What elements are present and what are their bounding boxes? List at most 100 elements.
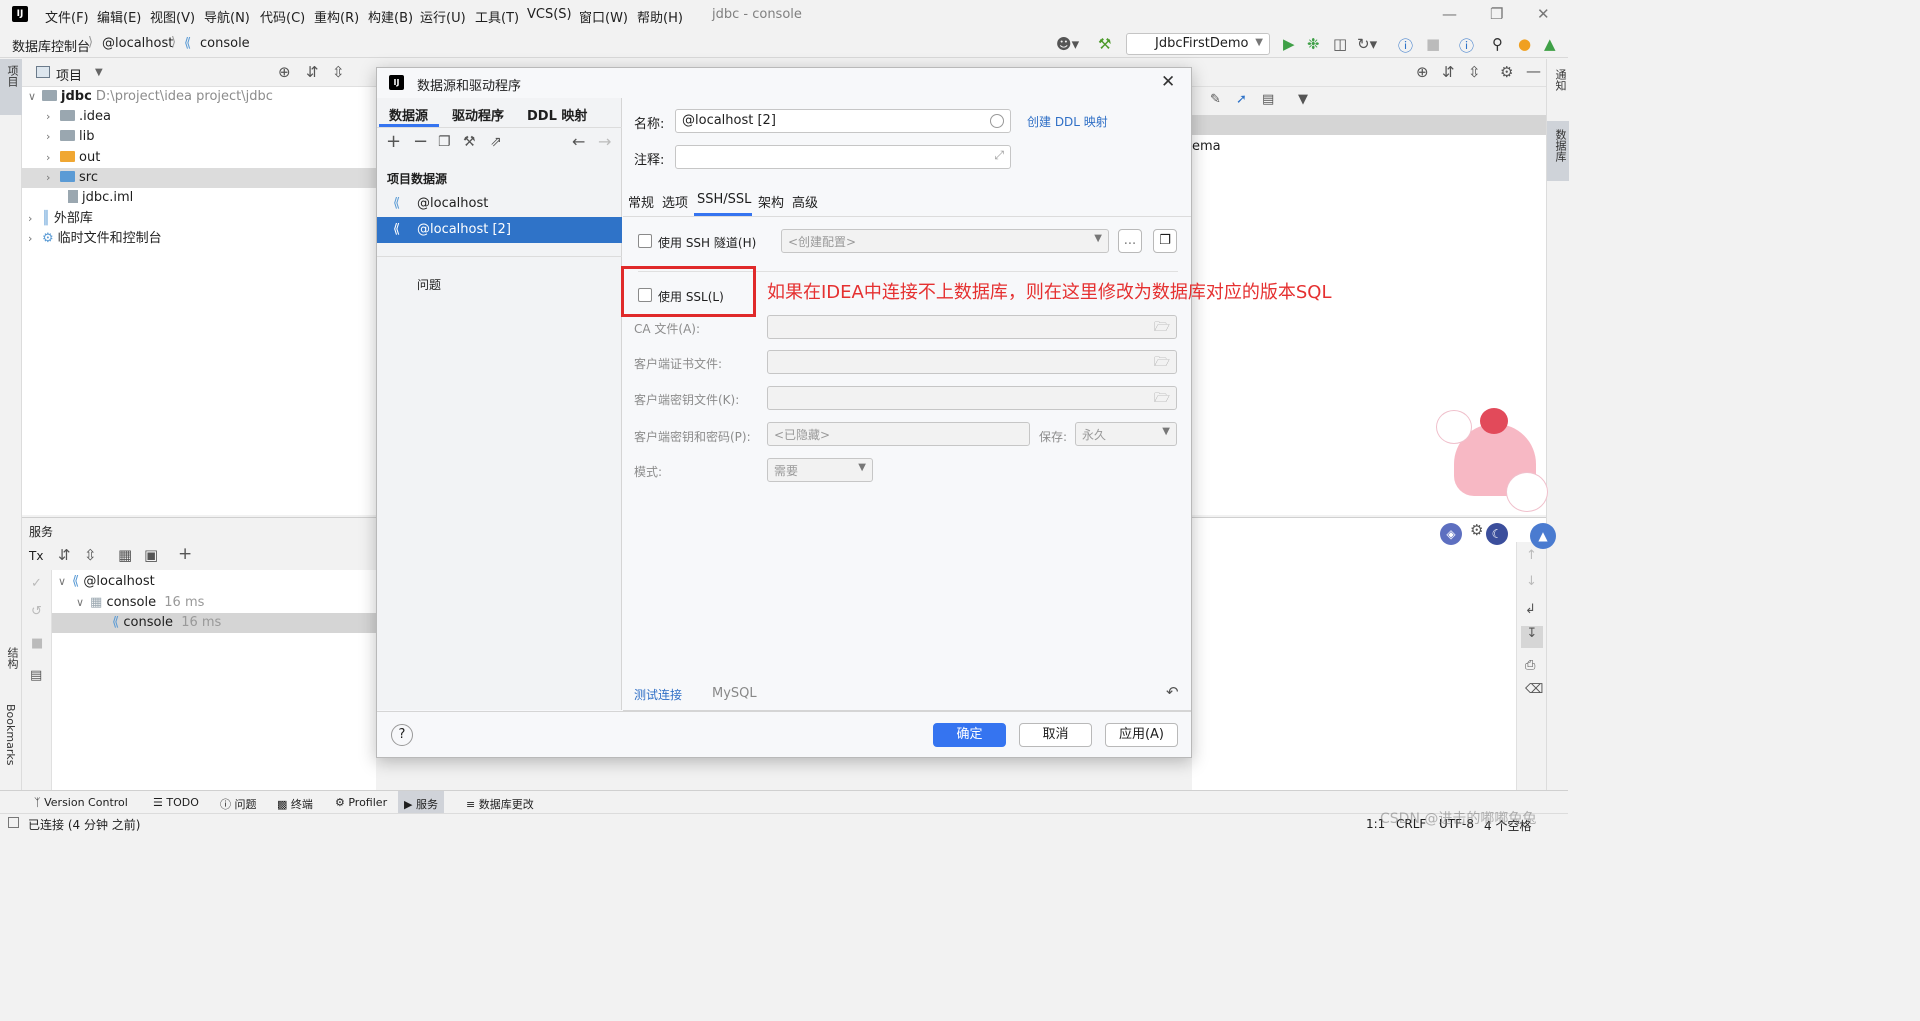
tab-ddl-mappings[interactable]: DDL 映射: [527, 105, 587, 124]
chevron-down-icon[interactable]: ▼: [95, 67, 103, 78]
color-circle-icon[interactable]: [990, 114, 1004, 128]
layout-icon[interactable]: ▤: [30, 668, 42, 683]
breadcrumb-console[interactable]: console: [200, 36, 250, 51]
ssh-more-button[interactable]: ...: [1118, 229, 1142, 253]
tool-profiler[interactable]: ⚙ Profiler: [335, 796, 387, 809]
database-tool-button[interactable]: 数据库: [1547, 121, 1569, 181]
copy-icon[interactable]: ❐: [438, 134, 451, 150]
tab-data-sources[interactable]: 数据源: [389, 105, 428, 124]
folder-icon[interactable]: 🗁: [1154, 389, 1170, 411]
tree-item-lib[interactable]: › lib: [46, 127, 94, 147]
help-round-icon[interactable]: ⓘ: [1398, 35, 1413, 56]
datasource-item-localhost-2[interactable]: ⟪ @localhost [2]: [377, 217, 622, 243]
notifications-tool-label[interactable]: 通知: [1552, 69, 1568, 91]
jetbrains-icon[interactable]: ▲: [1544, 35, 1556, 53]
driver-name[interactable]: MySQL: [712, 686, 757, 701]
filter-icon[interactable]: ▼: [1298, 92, 1308, 107]
expand-field-icon[interactable]: ⤢: [994, 148, 1004, 163]
export-icon[interactable]: ⇗: [490, 134, 502, 150]
name-field[interactable]: @localhost [2]: [675, 109, 1011, 133]
ssh-copy-button[interactable]: ❐: [1153, 229, 1177, 253]
tree-root-jdbc[interactable]: ∨ jdbc D:\project\idea project\jdbc: [28, 87, 273, 107]
scroll-end-icon[interactable]: ↧: [1521, 626, 1543, 648]
hide-icon[interactable]: —: [1526, 62, 1541, 80]
menu-navigate[interactable]: 导航(N): [204, 7, 250, 26]
cancel-button[interactable]: 取消: [1019, 723, 1092, 747]
use-ssh-label[interactable]: 使用 SSH 隧道(H): [658, 234, 756, 251]
tab-drivers[interactable]: 驱动程序: [452, 105, 504, 124]
collapse-all-icon[interactable]: ⇳: [84, 546, 97, 564]
service-localhost[interactable]: ∨ ⟪ @localhost: [58, 572, 155, 592]
tab-advanced[interactable]: 高级: [792, 192, 818, 211]
project-tool-button[interactable]: 项目: [0, 59, 22, 115]
client-key-field[interactable]: 🗁: [767, 386, 1177, 410]
up-icon[interactable]: ↑: [1526, 548, 1537, 563]
expand-all-icon[interactable]: ⇵: [58, 546, 71, 564]
datasource-item-localhost[interactable]: ⟪ @localhost: [377, 191, 622, 217]
tool-database-changes[interactable]: ≡ 数据库更改: [466, 796, 534, 812]
run-icon[interactable]: ▶: [1283, 35, 1295, 53]
comment-field[interactable]: ⤢: [675, 145, 1011, 169]
locate-icon[interactable]: ⊕: [278, 63, 291, 81]
sql-console-icon[interactable]: ▤: [1262, 92, 1274, 107]
tool-todo[interactable]: ☰ TODO: [153, 796, 199, 809]
build-hammer-icon[interactable]: ⚒: [1098, 35, 1111, 53]
close-icon[interactable]: ✕: [1161, 72, 1175, 92]
remove-icon[interactable]: −: [413, 131, 428, 152]
tree-item-scratches[interactable]: › ⚙ 临时文件和控制台: [28, 229, 162, 249]
menu-refactor[interactable]: 重构(R): [314, 7, 359, 26]
revert-icon[interactable]: ↶: [1166, 683, 1179, 701]
test-connection-link[interactable]: 测试连接: [634, 686, 682, 703]
down-icon[interactable]: ↓: [1526, 574, 1537, 589]
menu-view[interactable]: 视图(V): [150, 7, 195, 26]
wrench-icon[interactable]: ⚒: [463, 134, 476, 150]
service-console[interactable]: ⟪ console 16 ms: [52, 613, 376, 633]
tool-problems[interactable]: ⓘ 问题: [220, 796, 257, 812]
print-icon[interactable]: ⎙: [1525, 658, 1535, 673]
tree-item-external-libraries[interactable]: › ║ 外部库: [28, 209, 93, 229]
problems-item[interactable]: 问题: [417, 276, 441, 293]
menu-edit[interactable]: 编辑(E): [97, 7, 141, 26]
folder-icon[interactable]: 🗁: [1154, 318, 1170, 340]
rollback-icon[interactable]: ↺: [31, 604, 42, 619]
ok-button[interactable]: 确定: [933, 723, 1006, 747]
settings-icon[interactable]: ⚙: [1500, 63, 1513, 81]
tree-item-jdbc-iml[interactable]: jdbc.iml: [68, 188, 133, 208]
tree-item-idea[interactable]: › .idea: [46, 107, 111, 127]
minimize-icon[interactable]: —: [1442, 5, 1457, 23]
coverage-icon[interactable]: ◫: [1333, 35, 1347, 53]
breadcrumb-console-root[interactable]: 数据库控制台: [12, 36, 90, 55]
menu-run[interactable]: 运行(U): [420, 7, 466, 26]
tab-ssh-ssl[interactable]: SSH/SSL: [697, 192, 751, 207]
tab-options[interactable]: 选项: [662, 192, 688, 211]
plugin-icon[interactable]: ⓘ: [1459, 35, 1474, 56]
menu-vcs[interactable]: VCS(S): [527, 7, 572, 22]
debug-icon[interactable]: ❉: [1307, 35, 1320, 53]
gear-icon[interactable]: ⚙: [1470, 521, 1483, 539]
translate-icon[interactable]: ◈: [1440, 523, 1462, 545]
ssh-config-select[interactable]: <创建配置> ▼: [781, 229, 1109, 253]
profile-icon[interactable]: ↻▾: [1357, 35, 1377, 53]
collapse-all-icon[interactable]: ⇳: [332, 63, 345, 81]
menu-code[interactable]: 代码(C): [260, 7, 305, 26]
menu-tools[interactable]: 工具(T): [475, 7, 519, 26]
service-console-session[interactable]: ∨ ▦ console 16 ms: [76, 593, 204, 613]
create-ddl-mapping-link[interactable]: 创建 DDL 映射: [1027, 113, 1108, 130]
bookmarks-tool-label[interactable]: Bookmarks: [4, 704, 17, 765]
project-panel-title[interactable]: 项目: [56, 65, 82, 84]
collapse-all-icon[interactable]: ⇳: [1468, 63, 1481, 81]
close-window-icon[interactable]: ✕: [1537, 5, 1550, 23]
status-square-icon[interactable]: [8, 817, 19, 828]
expand-all-icon[interactable]: ⇵: [1442, 63, 1455, 81]
forward-arrow-icon[interactable]: →: [598, 132, 611, 151]
tool-version-control[interactable]: ᛉ Version Control: [34, 796, 128, 809]
client-cert-field[interactable]: 🗁: [767, 350, 1177, 374]
wrap-icon[interactable]: ↲: [1525, 602, 1536, 617]
group-icon[interactable]: ▦: [118, 546, 132, 564]
client-pass-field[interactable]: <已隐藏>: [767, 422, 1030, 446]
jump-icon[interactable]: ➚: [1236, 92, 1247, 107]
database-tree-row-selected[interactable]: [1192, 115, 1546, 135]
menu-window[interactable]: 窗口(W): [579, 7, 628, 26]
tree-item-src[interactable]: › src: [22, 168, 376, 188]
commit-icon[interactable]: ✓: [31, 576, 42, 591]
